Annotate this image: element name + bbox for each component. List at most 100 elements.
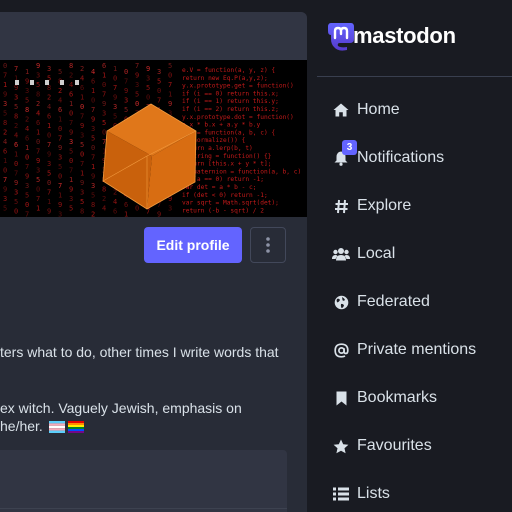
matrix-glyph: 8 bbox=[102, 186, 106, 194]
matrix-glyph: 8 bbox=[47, 84, 51, 92]
nav-item-label: Home bbox=[357, 101, 400, 118]
matrix-glyph: 1 bbox=[25, 144, 29, 152]
matrix-glyph: 3 bbox=[3, 195, 7, 203]
matrix-glyph: 1 bbox=[80, 94, 84, 102]
matrix-glyph: 3 bbox=[36, 72, 40, 80]
nav-item-bookmarks[interactable]: Bookmarks bbox=[332, 383, 437, 413]
code-line: return new Eq.P(a,y,z); bbox=[182, 75, 268, 82]
matrix-glyph: 3 bbox=[14, 189, 18, 197]
matrix-glyph: 0 bbox=[14, 160, 18, 168]
matrix-glyph: 6 bbox=[124, 201, 128, 209]
matrix-glyph: 5 bbox=[69, 205, 73, 213]
matrix-glyph: 3 bbox=[91, 182, 95, 190]
matrix-glyph: 9 bbox=[113, 94, 117, 102]
matrix-glyph: 4 bbox=[91, 68, 95, 76]
profile-header-image: 0719358246107935719358246107935019358246… bbox=[0, 60, 307, 217]
matrix-glyph: 3 bbox=[168, 205, 172, 213]
bio-line-with-flags: he/her. bbox=[0, 417, 84, 435]
matrix-glyph: 1 bbox=[3, 81, 7, 89]
matrix-glyph: 7 bbox=[58, 182, 62, 190]
matrix-glyph: 8 bbox=[3, 119, 7, 127]
matrix-glyph: 5 bbox=[102, 119, 106, 127]
matrix-glyph: 3 bbox=[58, 211, 62, 218]
matrix-glyph: 9 bbox=[58, 144, 62, 152]
matrix-glyph: 4 bbox=[58, 97, 62, 105]
nav-item-federated[interactable]: Federated bbox=[332, 287, 430, 317]
nav-item-label: Bookmarks bbox=[357, 389, 438, 406]
matrix-glyph: 7 bbox=[102, 91, 106, 99]
users-icon bbox=[332, 245, 350, 263]
matrix-glyph: 5 bbox=[3, 110, 7, 118]
matrix-glyph: 7 bbox=[91, 154, 95, 162]
nav-item-label: Federated bbox=[357, 293, 430, 310]
matrix-glyph: 7 bbox=[47, 189, 51, 197]
nav-item-private-mentions[interactable]: Private mentions bbox=[332, 335, 476, 365]
matrix-glyph: 5 bbox=[80, 141, 84, 149]
matrix-glyph: 0 bbox=[36, 138, 40, 146]
matrix-glyph: 7 bbox=[80, 160, 84, 168]
matrix-glyph: 5 bbox=[135, 91, 139, 99]
matrix-glyph: 9 bbox=[36, 157, 40, 165]
matrix-glyph: 4 bbox=[47, 103, 51, 111]
matrix-glyph: 2 bbox=[3, 129, 7, 137]
nav-item-lists[interactable]: Lists bbox=[332, 479, 390, 509]
matrix-glyph: 7 bbox=[36, 195, 40, 203]
matrix-glyph: 1 bbox=[102, 72, 106, 80]
mastodon-logo[interactable]: mastodon bbox=[327, 20, 456, 52]
matrix-glyph: 4 bbox=[69, 81, 73, 89]
nav-item-local[interactable]: Local bbox=[332, 239, 395, 269]
matrix-glyph: 2 bbox=[80, 65, 84, 73]
nav-item-favourites[interactable]: Favourites bbox=[332, 431, 432, 461]
matrix-glyph: 7 bbox=[36, 148, 40, 156]
profile-menu-button[interactable] bbox=[250, 227, 286, 263]
code-line: if (i == 0) return this.x; bbox=[182, 90, 279, 97]
matrix-glyph: 0 bbox=[69, 110, 73, 118]
matrix-glyph: 9 bbox=[3, 186, 7, 194]
matrix-glyph: 4 bbox=[113, 198, 117, 206]
matrix-glyph: 2 bbox=[91, 211, 95, 218]
matrix-glyph: 5 bbox=[58, 68, 62, 76]
code-line: y.x.prototype.dot = function() bbox=[182, 114, 294, 121]
matrix-glyph: 1 bbox=[14, 151, 18, 159]
matrix-glyph: 5 bbox=[36, 81, 40, 89]
matrix-glyph: 7 bbox=[14, 65, 18, 73]
edit-profile-button[interactable]: Edit profile bbox=[144, 227, 242, 263]
list-icon bbox=[332, 485, 350, 503]
nav-item-explore[interactable]: Explore bbox=[332, 191, 411, 221]
nav-item-label: Private mentions bbox=[357, 341, 477, 358]
bio-line: he/her. bbox=[0, 418, 43, 434]
matrix-glyph: 6 bbox=[102, 62, 106, 70]
matrix-glyph: 2 bbox=[69, 72, 73, 80]
matrix-glyph: 3 bbox=[102, 110, 106, 118]
matrix-glyph: 3 bbox=[80, 132, 84, 140]
profile-column: 0719358246107935719358246107935019358246… bbox=[0, 12, 307, 512]
navigation-panel: mastodon Home 3 Notifications Explore Lo… bbox=[317, 0, 512, 512]
matrix-glyph: 9 bbox=[58, 201, 62, 209]
nav-item-notifications[interactable]: 3 Notifications bbox=[332, 140, 444, 173]
matrix-glyph: 9 bbox=[25, 173, 29, 181]
code-line: return (-b - sqrt) / 2 bbox=[182, 207, 264, 214]
code-line: if (det < 0) return -1; bbox=[182, 192, 268, 199]
matrix-glyph: 7 bbox=[47, 141, 51, 149]
nav-item-home[interactable]: Home bbox=[332, 95, 400, 125]
matrix-glyph: 0 bbox=[168, 72, 172, 80]
matrix-glyph: 3 bbox=[80, 189, 84, 197]
matrix-glyph: 6 bbox=[36, 119, 40, 127]
matrix-glyph: 1 bbox=[124, 211, 128, 218]
trans-flag-icon bbox=[48, 421, 65, 433]
bookmark-icon bbox=[332, 389, 350, 407]
notification-count-badge: 3 bbox=[342, 140, 357, 155]
matrix-glyph: 0 bbox=[135, 100, 139, 108]
matrix-glyph: 7 bbox=[168, 81, 172, 89]
matrix-glyph: 0 bbox=[69, 157, 73, 165]
matrix-glyph: 5 bbox=[157, 78, 161, 86]
matrix-glyph: 9 bbox=[80, 179, 84, 187]
matrix-glyph: 6 bbox=[58, 106, 62, 114]
matrix-glyph: 5 bbox=[91, 192, 95, 200]
matrix-glyph: 3 bbox=[3, 100, 7, 108]
matrix-glyph: 9 bbox=[102, 100, 106, 108]
matrix-glyph: 9 bbox=[91, 173, 95, 181]
matrix-glyph: 3 bbox=[36, 167, 40, 175]
profile-topbar bbox=[0, 12, 307, 60]
matrix-glyph: 0 bbox=[25, 154, 29, 162]
